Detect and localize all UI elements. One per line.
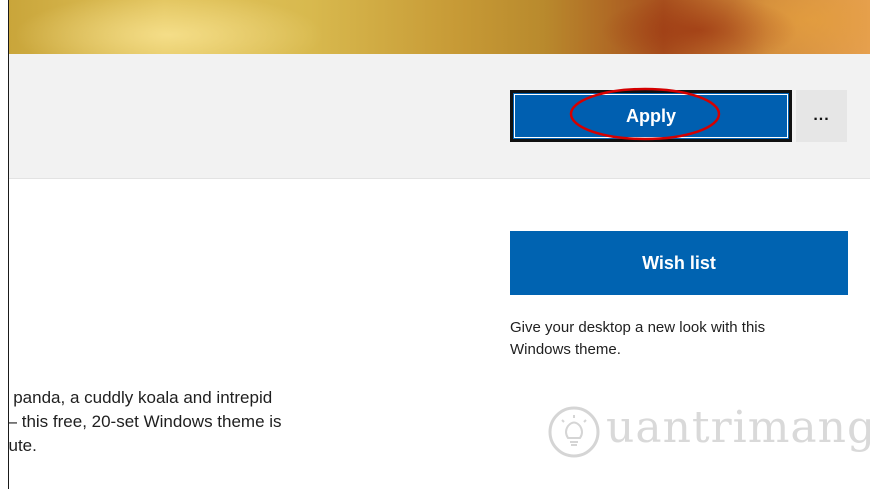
watermark: uantrimang <box>546 398 870 474</box>
theme-short-description-line: Give your desktop a new look with this <box>510 319 766 336</box>
more-options-button[interactable]: ... <box>796 90 847 142</box>
lightbulb-icon <box>548 406 600 458</box>
wish-list-button[interactable]: Wish list <box>510 231 848 295</box>
wish-list-label: Wish list <box>642 252 716 273</box>
hero-banner-image <box>9 0 870 54</box>
theme-short-description: Give your desktop a new look with this W… <box>510 317 850 361</box>
watermark-text: uantrimang <box>606 402 870 453</box>
theme-description-line: cute. <box>0 436 37 455</box>
theme-short-description-line: Windows theme. <box>510 341 621 358</box>
more-options-icon: ... <box>813 107 830 124</box>
apply-button-label: Apply <box>625 105 676 126</box>
theme-description-line: — this free, 20-set Windows theme is <box>0 412 282 431</box>
apply-button[interactable]: Apply <box>510 90 792 142</box>
window-left-edge <box>0 0 9 489</box>
theme-description-line: y panda, a cuddly koala and intrepid <box>0 388 273 407</box>
theme-description: y panda, a cuddly koala and intrepid — t… <box>0 386 282 458</box>
